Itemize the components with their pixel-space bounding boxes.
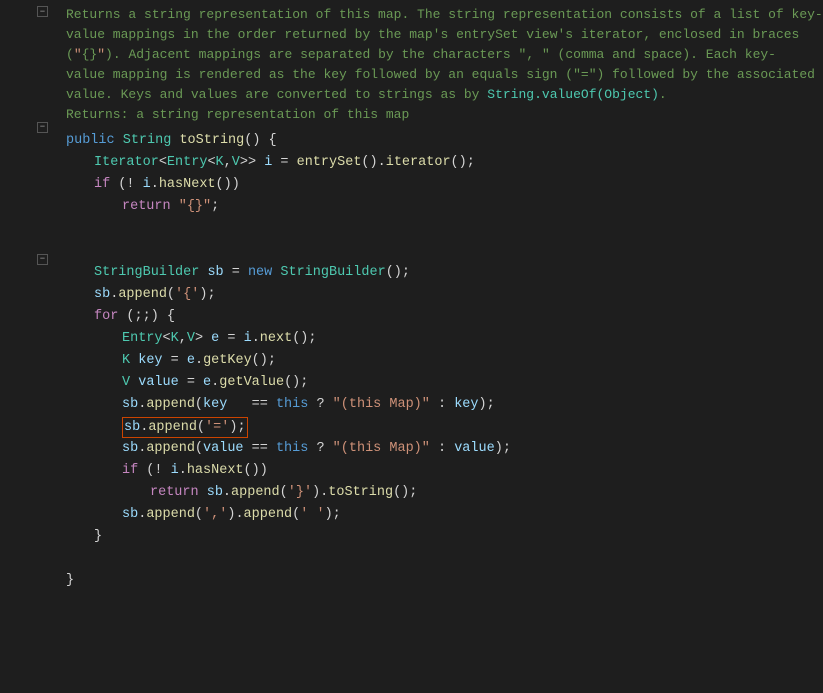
highlight-append-equals: sb.append('='); <box>122 417 248 438</box>
line-sb-append-open: sb.append('{'); <box>52 284 823 306</box>
line-empty-1 <box>52 218 823 240</box>
line-iterator: Iterator<Entry<K,V>> i = entrySet().iter… <box>52 152 823 174</box>
doc-line-5: value. Keys and values are converted to … <box>66 85 823 105</box>
doc-line-3: ("{}"). Adjacent mappings are separated … <box>66 45 823 65</box>
code-lines: public String toString() { Iterator<Entr… <box>52 130 823 592</box>
fold-marker-comment[interactable]: − <box>37 6 48 17</box>
line-empty-3 <box>52 548 823 570</box>
line-for: for (;;) { <box>52 306 823 328</box>
line-stringbuilder: StringBuilder sb = new StringBuilder(); <box>52 262 823 284</box>
editor: − − − Returns a string representation of… <box>0 0 823 693</box>
line-empty-2 <box>52 240 823 262</box>
line-getkey: K key = e.getKey(); <box>52 350 823 372</box>
doc-line-1: Returns a string representation of this … <box>66 5 823 25</box>
code-area: Returns a string representation of this … <box>52 0 823 693</box>
line-if-hasnext-2: if (! i.hasNext()) <box>52 460 823 482</box>
line-close-method: } <box>52 570 823 592</box>
line-close-for: } <box>52 526 823 548</box>
doc-comment-block: Returns a string representation of this … <box>52 0 823 130</box>
line-append-value: sb.append(value == this ? "(this Map)" :… <box>52 438 823 460</box>
fold-marker-method[interactable]: − <box>37 122 48 133</box>
line-getvalue: V value = e.getValue(); <box>52 372 823 394</box>
line-append-equals: sb.append('='); <box>52 416 823 438</box>
line-tostring-decl: public String toString() { <box>52 130 823 152</box>
line-append-comma: sb.append(',').append(' '); <box>52 504 823 526</box>
doc-line-2: value mappings in the order returned by … <box>66 25 823 45</box>
line-entry: Entry<K,V> e = i.next(); <box>52 328 823 350</box>
line-if-hasnext-1: if (! i.hasNext()) <box>52 174 823 196</box>
line-return-sb: return sb.append('}').toString(); <box>52 482 823 504</box>
doc-returns-line: Returns: a string representation of this… <box>66 105 823 125</box>
fold-marker-for[interactable]: − <box>37 254 48 265</box>
line-return-empty: return "{}"; <box>52 196 823 218</box>
doc-line-4: value mapping is rendered as the key fol… <box>66 65 823 85</box>
line-append-key: sb.append(key == this ? "(this Map)" : k… <box>52 394 823 416</box>
